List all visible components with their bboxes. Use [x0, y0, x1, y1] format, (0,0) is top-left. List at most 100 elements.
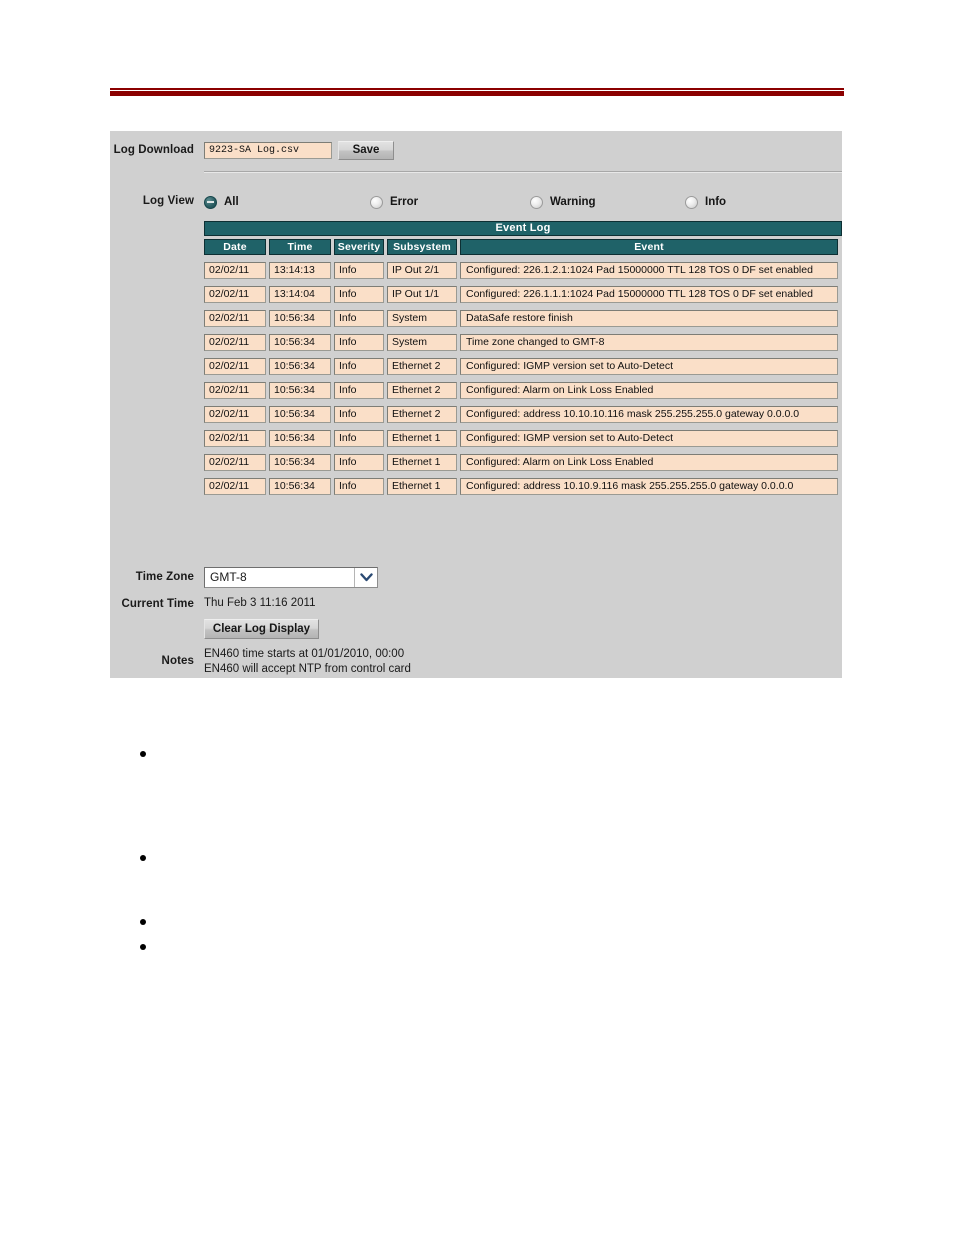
event-log-body: 02/02/11 13:14:13 Info IP Out 2/1 Configured… — [204, 262, 842, 495]
radio-info-icon — [685, 195, 698, 209]
table-row: 02/02/11 10:56:34 Info Ethernet 1 Configured… — [204, 430, 842, 447]
cell-event: Configured: IGMP version set to Auto-Det… — [460, 430, 838, 447]
log-filename-input[interactable]: 9223-SA Log.csv — [204, 142, 332, 159]
cell-subsystem: Ethernet 1 — [387, 454, 457, 471]
notes-label: Notes — [161, 655, 194, 667]
cell-time: 10:56:34 — [269, 382, 331, 399]
cell-severity: Info — [334, 454, 384, 471]
chevron-down-icon — [354, 568, 377, 587]
cell-event: Time zone changed to GMT-8 — [460, 334, 838, 351]
cell-date: 02/02/11 — [204, 406, 266, 423]
table-row: 02/02/11 10:56:34 Info Ethernet 2 Configured… — [204, 382, 842, 399]
event-log-title: Event Log — [204, 221, 842, 236]
cell-time: 10:56:34 — [269, 358, 331, 375]
cell-subsystem: Ethernet 2 — [387, 406, 457, 423]
header-rule-line-bottom — [110, 91, 844, 96]
event-log-table: Event Log Date Time Severity Subsystem E… — [204, 221, 842, 495]
cell-time: 10:56:34 — [269, 406, 331, 423]
header-rule — [110, 88, 844, 96]
cell-event: Configured: address 10.10.10.116 mask 25… — [460, 406, 838, 423]
list-item-bullet — [140, 919, 146, 925]
cell-severity: Info — [334, 334, 384, 351]
cell-date: 02/02/11 — [204, 454, 266, 471]
log-download-label: Log Download — [113, 144, 194, 156]
cell-time: 10:56:34 — [269, 478, 331, 495]
cell-severity: Info — [334, 262, 384, 279]
save-button[interactable]: Save — [338, 141, 394, 160]
column-header-severity: Severity — [334, 239, 384, 255]
cell-time: 10:56:34 — [269, 334, 331, 351]
cell-severity: Info — [334, 310, 384, 327]
cell-event: Configured: IGMP version set to Auto-Det… — [460, 358, 838, 375]
radio-error[interactable]: Error — [370, 193, 418, 211]
radio-warning-label: Warning — [550, 196, 596, 208]
column-header-date: Date — [204, 239, 266, 255]
cell-severity: Info — [334, 286, 384, 303]
time-zone-value: GMT-8 — [210, 570, 247, 584]
cell-time: 10:56:34 — [269, 430, 331, 447]
log-settings-panel: Log Download 9223-SA Log.csv Save Log Vi… — [110, 131, 842, 678]
column-header-time: Time — [269, 239, 331, 255]
cell-subsystem: Ethernet 2 — [387, 358, 457, 375]
cell-event: Configured: Alarm on Link Loss Enabled — [460, 454, 838, 471]
section-divider — [204, 171, 842, 173]
table-row: 02/02/11 13:14:13 Info IP Out 2/1 Configured… — [204, 262, 842, 279]
cell-date: 02/02/11 — [204, 286, 266, 303]
cell-time: 13:14:13 — [269, 262, 331, 279]
cell-subsystem: System — [387, 310, 457, 327]
cell-severity: Info — [334, 406, 384, 423]
cell-subsystem: IP Out 2/1 — [387, 262, 457, 279]
cell-subsystem: IP Out 1/1 — [387, 286, 457, 303]
radio-info-label: Info — [705, 196, 727, 208]
radio-warning[interactable]: Warning — [530, 193, 596, 211]
cell-date: 02/02/11 — [204, 310, 266, 327]
cell-date: 02/02/11 — [204, 358, 266, 375]
cell-event: Configured: Alarm on Link Loss Enabled — [460, 382, 838, 399]
cell-severity: Info — [334, 382, 384, 399]
cell-date: 02/02/11 — [204, 262, 266, 279]
table-row: 02/02/11 10:56:34 Info System DataSafe resto… — [204, 310, 842, 327]
cell-subsystem: System — [387, 334, 457, 351]
current-time-value: Thu Feb 3 11:16 2011 — [204, 597, 316, 609]
cell-event: DataSafe restore finish — [460, 310, 838, 327]
radio-warning-icon — [530, 195, 543, 209]
time-zone-select[interactable]: GMT-8 — [204, 567, 378, 588]
column-header-event: Event — [460, 239, 838, 255]
cell-time: 10:56:34 — [269, 454, 331, 471]
current-time-label: Current Time — [121, 598, 194, 610]
cell-severity: Info — [334, 478, 384, 495]
cell-time: 13:14:04 — [269, 286, 331, 303]
cell-date: 02/02/11 — [204, 382, 266, 399]
cell-date: 02/02/11 — [204, 334, 266, 351]
cell-event: Configured: address 10.10.9.116 mask 255… — [460, 478, 838, 495]
radio-all-label: All — [224, 196, 239, 208]
radio-error-label: Error — [390, 196, 419, 208]
table-row: 02/02/11 10:56:34 Info Ethernet 1 Configured… — [204, 454, 842, 471]
table-row: 02/02/11 10:56:34 Info Ethernet 2 Configured… — [204, 358, 842, 375]
list-item-bullet — [140, 855, 146, 861]
column-header-subsystem: Subsystem — [387, 239, 457, 255]
cell-event: Configured: 226.1.2.1:1024 Pad 15000000 … — [460, 262, 838, 279]
clear-log-display-button[interactable]: Clear Log Display — [204, 619, 319, 639]
list-item-bullet — [140, 751, 146, 757]
cell-subsystem: Ethernet 2 — [387, 382, 457, 399]
radio-all[interactable]: All — [204, 193, 239, 211]
cell-time: 10:56:34 — [269, 310, 331, 327]
cell-event: Configured: 226.1.1.1:1024 Pad 15000000 … — [460, 286, 838, 303]
cell-subsystem: Ethernet 1 — [387, 430, 457, 447]
table-row: 02/02/11 13:14:04 Info IP Out 1/1 Configured… — [204, 286, 842, 303]
event-log-header-row: Date Time Severity Subsystem Event — [204, 239, 842, 255]
cell-severity: Info — [334, 430, 384, 447]
cell-severity: Info — [334, 358, 384, 375]
cell-date: 02/02/11 — [204, 430, 266, 447]
table-row: 02/02/11 10:56:34 Info Ethernet 2 Configured… — [204, 406, 842, 423]
radio-error-icon — [370, 195, 383, 209]
time-zone-label: Time Zone — [135, 571, 194, 583]
radio-all-icon — [204, 195, 217, 209]
cell-subsystem: Ethernet 1 — [387, 478, 457, 495]
radio-info[interactable]: Info — [685, 193, 726, 211]
table-row: 02/02/11 10:56:34 Info System Time zone chan… — [204, 334, 842, 351]
notes-text: EN460 time starts at 01/01/2010, 00:00 E… — [204, 648, 411, 675]
list-item-bullet — [140, 944, 146, 950]
log-view-radio-group: All Error Warning Info — [110, 193, 842, 213]
